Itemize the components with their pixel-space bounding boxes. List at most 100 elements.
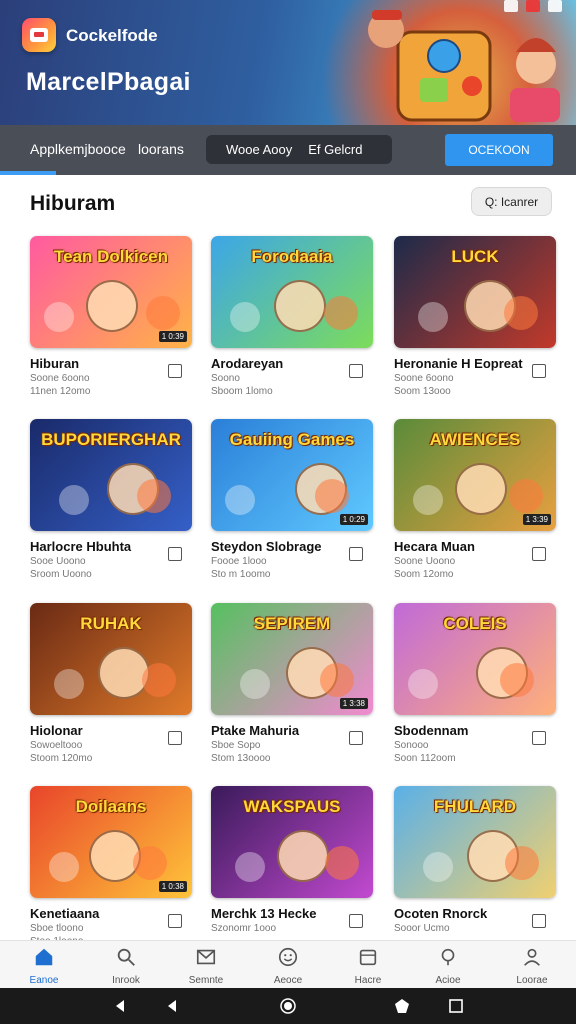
game-meta-line-2: 11nen 12omo bbox=[30, 386, 91, 397]
character-art bbox=[235, 852, 265, 882]
smiley-icon bbox=[278, 947, 298, 967]
game-card[interactable]: WAKSPAUS Merchk 13 Hecke Szonomr 1ooo bbox=[211, 786, 373, 934]
duration-badge: 1 0:38 bbox=[158, 881, 187, 892]
cta-button[interactable]: OCEKOON bbox=[445, 134, 553, 166]
game-thumbnail[interactable]: COLEIS bbox=[394, 603, 556, 715]
game-card[interactable]: AWIENCES 1 3:39 Hecara Muan Soone Uoono … bbox=[394, 419, 556, 580]
bookmark-icon[interactable] bbox=[349, 731, 363, 745]
search-text-secondary: Ef Gelcrd bbox=[308, 142, 363, 157]
game-logo-text: FHULARD bbox=[433, 797, 517, 816]
game-thumbnail[interactable]: BUPORIERGHAR bbox=[30, 419, 192, 531]
character-art bbox=[59, 485, 89, 515]
nav-label: Aeoce bbox=[273, 975, 303, 986]
app-screen: Cockelfode MarcelPbagai Applkemjbooce lo… bbox=[0, 0, 576, 1024]
game-card[interactable]: RUHAK Hiolonar Sowoeltooo Stoom 120mo bbox=[30, 603, 192, 764]
character-art bbox=[408, 669, 438, 699]
game-thumbnail[interactable]: AWIENCES 1 3:39 bbox=[394, 419, 556, 531]
nav-item-search[interactable]: Inrook bbox=[96, 946, 156, 986]
nav-label: Loorae bbox=[516, 975, 548, 986]
page-title: MarcelPbagai bbox=[26, 68, 191, 96]
game-logo-text: SEPIREM bbox=[253, 614, 331, 633]
game-meta-line-2: Sto m 1oomo bbox=[211, 569, 271, 580]
game-thumbnail[interactable]: Doilaans 1 0:38 bbox=[30, 786, 192, 898]
duration-badge: 1 3:39 bbox=[522, 514, 551, 525]
nav-item-smiley[interactable]: Aeoce bbox=[258, 946, 318, 986]
character-art bbox=[423, 852, 453, 882]
filter-button[interactable]: Q: Icanrer bbox=[471, 187, 552, 216]
game-card[interactable]: FHULARD Ocoten Rnorck Sooor Ucmo bbox=[394, 786, 556, 934]
character-art bbox=[505, 846, 539, 880]
bookmark-icon[interactable] bbox=[168, 364, 182, 378]
active-tab-indicator bbox=[0, 171, 56, 175]
tab-loorans[interactable]: loorans bbox=[138, 141, 184, 157]
game-meta-line-2: Soom 12omo bbox=[394, 569, 454, 580]
bookmark-icon[interactable] bbox=[168, 731, 182, 745]
bookmark-icon[interactable] bbox=[532, 914, 546, 928]
back-alt-icon[interactable] bbox=[164, 998, 180, 1014]
profile-icon bbox=[524, 948, 540, 966]
header-banner: Cockelfode MarcelPbagai bbox=[0, 0, 576, 125]
tab-applications[interactable]: Applkemjbooce bbox=[30, 141, 126, 157]
assistant-icon[interactable] bbox=[394, 998, 410, 1014]
back-icon[interactable] bbox=[112, 998, 128, 1014]
app-logo-icon bbox=[22, 18, 56, 52]
character-art bbox=[137, 479, 171, 513]
status-icons bbox=[504, 0, 562, 12]
game-card[interactable]: Doilaans 1 0:38 Kenetiaana Sboe tloono S… bbox=[30, 786, 192, 947]
search-text-primary: Wooe Aooy bbox=[226, 142, 293, 157]
game-card[interactable]: LUCK Heronanie H Eopreat Soone 6oono Soo… bbox=[394, 236, 556, 397]
game-thumbnail[interactable]: Tean Dolkicen 1 0:39 bbox=[30, 236, 192, 348]
nav-item-profile[interactable]: Loorae bbox=[502, 946, 562, 986]
bookmark-icon[interactable] bbox=[532, 364, 546, 378]
location-icon bbox=[441, 948, 455, 966]
character-art bbox=[315, 479, 349, 513]
bookmark-icon[interactable] bbox=[532, 731, 546, 745]
character-art bbox=[320, 663, 354, 697]
game-logo-text: Gauiing Games bbox=[229, 430, 355, 449]
game-thumbnail[interactable]: SEPIREM 1 3:38 bbox=[211, 603, 373, 715]
game-card[interactable]: COLEIS Sbodennam Sonooo Soon 112oom bbox=[394, 603, 556, 764]
bookmark-icon[interactable] bbox=[349, 914, 363, 928]
bookmark-icon[interactable] bbox=[168, 547, 182, 561]
game-thumbnail[interactable]: LUCK bbox=[394, 236, 556, 348]
character-art bbox=[324, 296, 358, 330]
game-card[interactable]: Gauiing Games 1 0:29 Steydon Slobrage Fo… bbox=[211, 419, 373, 580]
bookmark-icon[interactable] bbox=[349, 547, 363, 561]
nav-item-home[interactable]: Eanoe bbox=[14, 946, 74, 986]
bookmark-icon[interactable] bbox=[349, 364, 363, 378]
game-meta-line-2: Stom 13oooo bbox=[211, 753, 271, 764]
bookmark-icon[interactable] bbox=[168, 914, 182, 928]
notification-icon bbox=[526, 0, 540, 12]
character-art bbox=[240, 669, 270, 699]
recents-icon[interactable] bbox=[448, 998, 464, 1014]
bookmark-icon[interactable] bbox=[532, 547, 546, 561]
character-art bbox=[274, 280, 326, 332]
wifi-icon bbox=[504, 0, 518, 12]
game-thumbnail[interactable]: FHULARD bbox=[394, 786, 556, 898]
nav-item-mail[interactable]: Semnte bbox=[176, 946, 236, 986]
game-logo-text: LUCK bbox=[451, 247, 499, 266]
battery-icon bbox=[548, 0, 562, 12]
home-button-icon[interactable] bbox=[280, 998, 296, 1014]
game-thumbnail[interactable]: Forodaaia bbox=[211, 236, 373, 348]
character-art bbox=[86, 280, 138, 332]
game-card[interactable]: BUPORIERGHAR Harlocre Hbuhta Sooe Uoono … bbox=[30, 419, 192, 580]
nav-item-calendar[interactable]: Hacre bbox=[338, 946, 398, 986]
search-icon bbox=[117, 948, 135, 966]
bottom-navigation: Eanoe Inrook Semnte Aeoce Hacre Acioe Lo… bbox=[0, 940, 576, 988]
nav-label: Eanoe bbox=[29, 975, 59, 986]
game-meta-line-2: Sboom 1lomo bbox=[211, 386, 273, 397]
game-meta-line-2: Soom 13ooo bbox=[394, 386, 451, 397]
mail-icon bbox=[196, 949, 216, 965]
game-card[interactable]: Tean Dolkicen 1 0:39 Hiburan Soone 6oono… bbox=[30, 236, 192, 397]
nav-item-location[interactable]: Acioe bbox=[418, 946, 478, 986]
game-card[interactable]: Forodaaia Arodareyan Soono Sboom 1lomo bbox=[211, 236, 373, 397]
game-thumbnail[interactable]: RUHAK bbox=[30, 603, 192, 715]
app-name: Cockelfode bbox=[66, 26, 158, 45]
game-thumbnail[interactable]: Gauiing Games 1 0:29 bbox=[211, 419, 373, 531]
game-thumbnail[interactable]: WAKSPAUS bbox=[211, 786, 373, 898]
toolbar-search-field[interactable]: Wooe Aooy Ef Gelcrd bbox=[206, 135, 392, 164]
system-navigation-bar bbox=[0, 988, 576, 1024]
top-toolbar: Applkemjbooce loorans Wooe Aooy Ef Gelcr… bbox=[0, 125, 576, 175]
game-card[interactable]: SEPIREM 1 3:38 Ptake Mahuria Sboe Sopo S… bbox=[211, 603, 373, 764]
